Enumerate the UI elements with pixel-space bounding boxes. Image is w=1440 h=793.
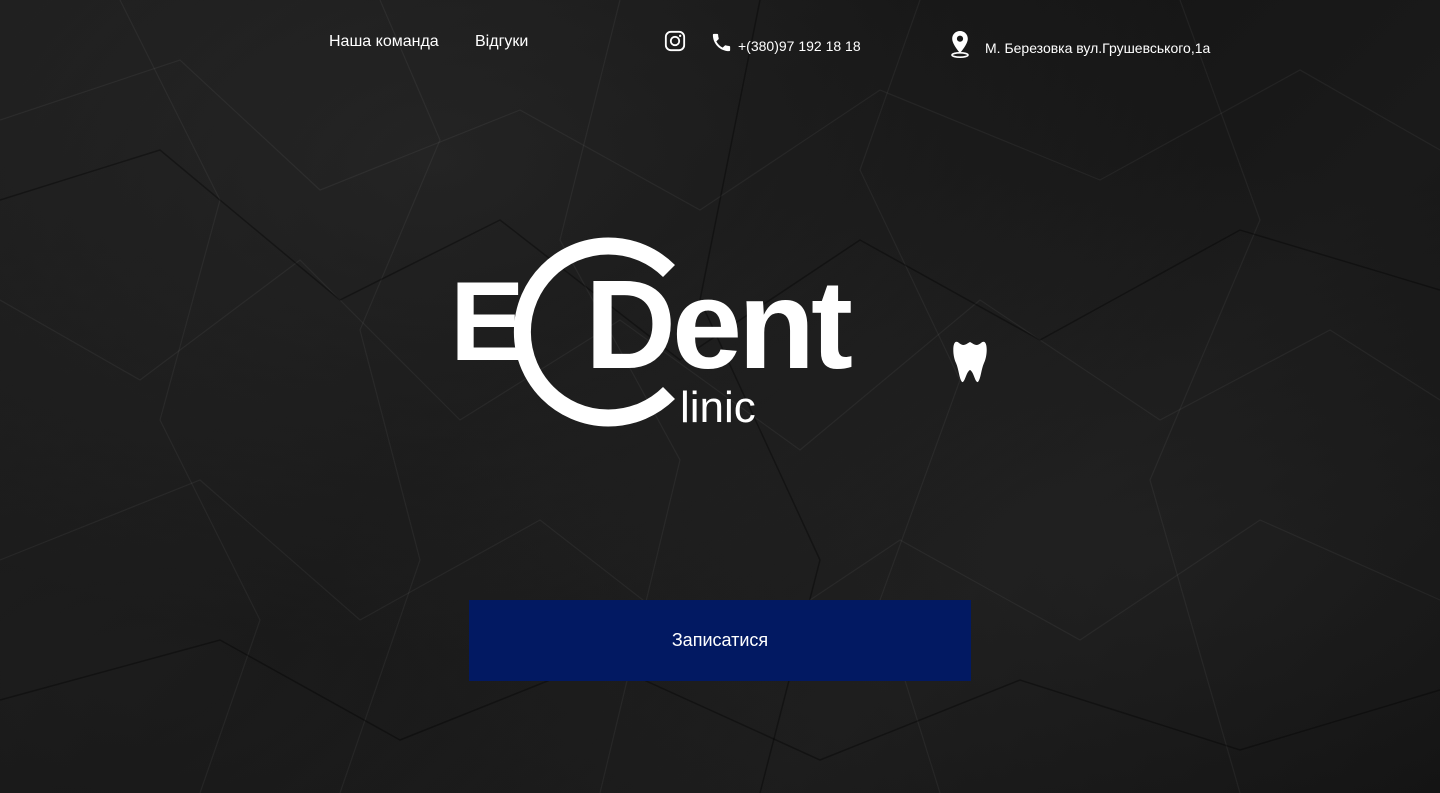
book-appointment-button[interactable]: Записатися [469,600,971,681]
logo-word-dent: Dent [585,254,852,395]
instagram-icon[interactable] [664,30,686,52]
phone-contact[interactable]: +(380)97 192 18 18 [710,30,861,54]
phone-number[interactable]: +(380)97 192 18 18 [738,38,861,54]
tooth-icon [953,341,987,383]
map-pin-icon [951,31,969,58]
logo-word-linic: linic [680,383,756,432]
address-contact: М. Березовка вул.Грушевського,1а [950,30,1210,58]
nav-link-reviews[interactable]: Відгуки [475,33,528,51]
nav-link-team[interactable]: Наша команда [329,33,439,51]
logo-letter-e: E [450,259,525,384]
phone-icon [712,33,731,52]
address-text: М. Березовка вул.Грушевського,1а [985,40,1211,56]
edent-clinic-logo: E Dent linic [450,237,987,432]
